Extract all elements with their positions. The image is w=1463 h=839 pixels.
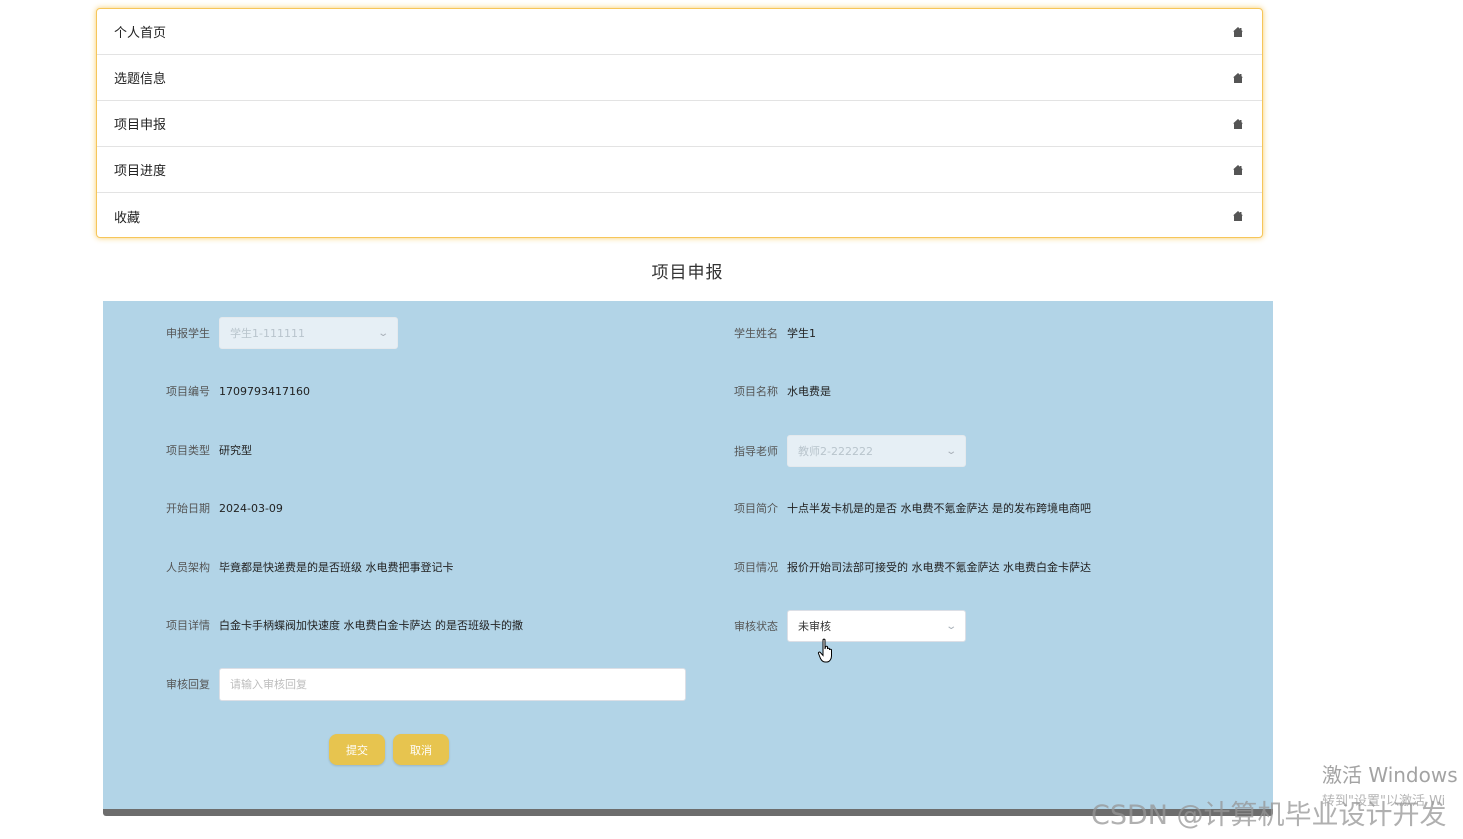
field-value: 研究型 bbox=[219, 444, 252, 457]
team-field: 人员架构 毕竟都是快递费是的是否班级 水电费把事登记卡 bbox=[162, 550, 454, 584]
teacher-select: 教师2-222222 ⌄ bbox=[787, 435, 966, 467]
field-label: 项目名称 bbox=[734, 385, 778, 398]
menu-item-label: 选题信息 bbox=[114, 72, 167, 87]
home-icon bbox=[1233, 118, 1243, 129]
select-value: 未审核 bbox=[798, 620, 831, 633]
menu-item-favorites[interactable]: 收藏 bbox=[97, 193, 1262, 239]
review-reply-input[interactable] bbox=[219, 667, 686, 701]
field-label: 指导老师 bbox=[734, 445, 778, 458]
review-status-select[interactable]: 未审核 ⌄ bbox=[787, 610, 966, 642]
intro-field: 项目简介 十点半发卡机是的是否 水电费不氪金萨达 是的发布跨境电商吧 bbox=[730, 491, 1091, 525]
field-label: 学生姓名 bbox=[734, 327, 778, 340]
student-select: 学生1-111111 ⌄ bbox=[219, 317, 398, 349]
chevron-down-icon: ⌄ bbox=[944, 445, 957, 457]
menu-item-label: 项目进度 bbox=[114, 164, 167, 179]
menu-item-project-apply[interactable]: 项目申报 bbox=[97, 101, 1262, 147]
project-type-field: 项目类型 研究型 bbox=[162, 433, 252, 467]
project-name-field: 项目名称 水电费是 bbox=[730, 374, 831, 408]
field-label: 审核状态 bbox=[734, 620, 778, 633]
review-status-field: 审核状态 未审核 ⌄ bbox=[730, 609, 966, 643]
field-label: 申报学生 bbox=[166, 327, 210, 340]
watermark-line: 激活 Windows bbox=[1322, 763, 1458, 787]
menu-item-home[interactable]: 个人首页 bbox=[97, 9, 1262, 55]
home-icon bbox=[1233, 72, 1243, 83]
hand-cursor-icon bbox=[817, 638, 832, 663]
field-label: 项目编号 bbox=[166, 385, 210, 398]
field-value: 1709793417160 bbox=[219, 384, 310, 398]
field-label: 项目简介 bbox=[734, 502, 778, 515]
field-value: 2024-03-09 bbox=[219, 501, 283, 515]
page-title: 项目申报 bbox=[651, 263, 724, 283]
chevron-down-icon: ⌄ bbox=[376, 327, 389, 339]
teacher-field: 指导老师 教师2-222222 ⌄ bbox=[730, 434, 966, 468]
field-label: 项目详情 bbox=[166, 619, 210, 632]
chevron-down-icon: ⌄ bbox=[944, 620, 957, 632]
review-reply-field: 审核回复 bbox=[162, 667, 686, 701]
field-value: 毕竟都是快递费是的是否班级 水电费把事登记卡 bbox=[219, 561, 454, 574]
student-name-field: 学生姓名 学生1 bbox=[730, 316, 816, 350]
field-value: 报价开始司法部可接受的 水电费不氪金萨达 水电费白金卡萨达 bbox=[787, 561, 1091, 574]
student-field: 申报学生 学生1-111111 ⌄ bbox=[162, 316, 398, 350]
select-value: 教师2-222222 bbox=[798, 445, 873, 458]
menu-item-label: 项目申报 bbox=[114, 118, 167, 133]
field-value: 学生1 bbox=[787, 327, 816, 340]
field-label: 开始日期 bbox=[166, 502, 210, 515]
start-date-field: 开始日期 2024-03-09 bbox=[162, 491, 283, 525]
cancel-button[interactable]: 取消 bbox=[393, 734, 449, 765]
menu-item-project-progress[interactable]: 项目进度 bbox=[97, 147, 1262, 193]
situation-field: 项目情况 报价开始司法部可接受的 水电费不氪金萨达 水电费白金卡萨达 bbox=[730, 550, 1091, 584]
details-field: 项目详情 白金卡手柄蝶阀加快速度 水电费白金卡萨达 的是否班级卡的撒 bbox=[162, 608, 523, 642]
select-value: 学生1-111111 bbox=[230, 327, 305, 340]
csdn-watermark: CSDN @计算机毕业设计开发 bbox=[1091, 800, 1447, 831]
field-value: 白金卡手柄蝶阀加快速度 水电费白金卡萨达 的是否班级卡的撒 bbox=[219, 619, 523, 632]
menu-item-label: 个人首页 bbox=[114, 26, 167, 41]
home-icon bbox=[1233, 164, 1243, 175]
field-value: 水电费是 bbox=[787, 385, 831, 398]
nav-menu: 个人首页 选题信息 项目申报 项目进度 收藏 bbox=[96, 8, 1263, 238]
menu-item-topics[interactable]: 选题信息 bbox=[97, 55, 1262, 101]
field-label: 审核回复 bbox=[166, 678, 210, 691]
field-label: 项目类型 bbox=[166, 444, 210, 457]
submit-button[interactable]: 提交 bbox=[329, 734, 385, 765]
home-icon bbox=[1233, 26, 1243, 37]
project-no-field: 项目编号 1709793417160 bbox=[162, 374, 310, 408]
field-label: 人员架构 bbox=[166, 561, 210, 574]
field-label: 项目情况 bbox=[734, 561, 778, 574]
menu-item-label: 收藏 bbox=[114, 210, 141, 226]
field-value: 十点半发卡机是的是否 水电费不氪金萨达 是的发布跨境电商吧 bbox=[787, 502, 1091, 515]
home-icon bbox=[1233, 211, 1243, 221]
